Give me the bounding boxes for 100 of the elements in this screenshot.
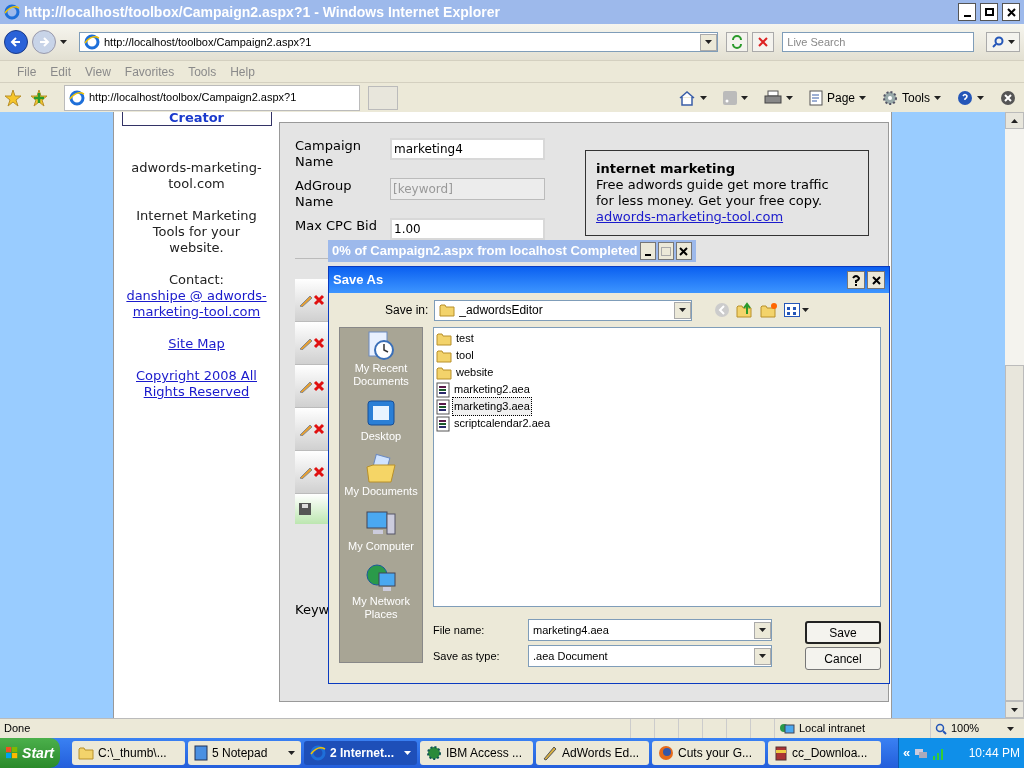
- arrow-right-icon: [37, 36, 50, 48]
- pencil-icon[interactable]: [299, 379, 313, 393]
- up-folder-icon[interactable]: [736, 302, 755, 318]
- pen-icon: [542, 745, 558, 761]
- status-text: Done: [3, 721, 32, 737]
- file-name-label: File name:: [433, 622, 486, 638]
- folder-name[interactable]: website: [454, 363, 496, 382]
- dropdown-button[interactable]: [674, 301, 692, 319]
- folder-name[interactable]: tool: [454, 346, 476, 365]
- delete-icon[interactable]: [313, 423, 325, 435]
- ad-link[interactable]: adwords-marketing-tool.com: [596, 209, 784, 224]
- tools-menu-button[interactable]: Tools: [878, 88, 945, 107]
- taskbar-button[interactable]: Cuts your G...: [652, 741, 765, 765]
- dropdown-button[interactable]: [754, 621, 771, 639]
- zone-text: Local intranet: [799, 721, 866, 737]
- caret-icon: [785, 95, 793, 100]
- help-button[interactable]: [847, 271, 865, 289]
- document-name[interactable]: marketing2.aea: [452, 380, 532, 399]
- dialog-button[interactable]: Save: [805, 621, 881, 644]
- scrollbar[interactable]: [1005, 112, 1024, 718]
- field-label: Campaign Name: [295, 138, 363, 170]
- down-arrow-icon: [1011, 707, 1018, 712]
- text-field[interactable]: 1.00: [390, 218, 545, 240]
- help-icon[interactable]: [957, 89, 973, 106]
- header-link-text[interactable]: Creator: [168, 112, 225, 125]
- dialog-button[interactable]: Cancel: [805, 647, 881, 670]
- pencil-icon[interactable]: [299, 465, 313, 479]
- stop-button[interactable]: [752, 32, 775, 52]
- document-name[interactable]: scriptcalendar2.aea: [452, 414, 552, 433]
- taskbar-button[interactable]: cc_Downloa...: [768, 741, 881, 765]
- sidebar-text: Internet Marketing Tools for your website.: [135, 208, 258, 256]
- view-menu-button[interactable]: [784, 303, 810, 317]
- back-button[interactable]: [4, 30, 28, 54]
- caret-icon: [1007, 40, 1015, 44]
- save-type-label: Save as type:: [433, 648, 501, 664]
- delete-icon[interactable]: [313, 337, 325, 349]
- taskbar-button[interactable]: C:\_thumb\...: [72, 741, 185, 765]
- arrow-left-icon: [10, 36, 22, 48]
- caret-icon: [740, 95, 748, 100]
- maximize-button[interactable]: [657, 242, 674, 260]
- folder-name[interactable]: test: [454, 329, 476, 348]
- save-in-dropdown[interactable]: _adwordsEditor: [434, 299, 693, 321]
- home-icon[interactable]: [677, 89, 696, 106]
- taskbar-button[interactable]: AdWords Ed...: [536, 741, 649, 765]
- dropdown-button[interactable]: [754, 647, 771, 665]
- archive-icon: [774, 745, 788, 761]
- sidebar-link[interactable]: Site Map: [168, 336, 225, 352]
- window-title: http://localhost/toolbox/Campaign2.aspx?1 - Windows Internet Explorer: [24, 2, 501, 22]
- network-icon: [914, 746, 929, 760]
- close-icon: [1006, 7, 1016, 17]
- close-button[interactable]: [1002, 3, 1020, 21]
- dropdown-button[interactable]: [700, 33, 718, 51]
- search-button[interactable]: [986, 32, 1021, 52]
- search-field[interactable]: Live Search: [782, 32, 975, 52]
- close-button[interactable]: [867, 271, 885, 289]
- printer-icon[interactable]: [763, 89, 782, 106]
- add-favorite-icon[interactable]: [30, 88, 48, 107]
- start-button[interactable]: Start: [0, 738, 60, 768]
- caret-icon: [59, 40, 67, 44]
- sidebar-link[interactable]: Copyright 2008 All Rights Reserved: [125, 368, 268, 400]
- delete-icon[interactable]: [313, 380, 325, 392]
- document-icon: [436, 381, 450, 398]
- caret-icon: [977, 95, 984, 100]
- gear-icon: [426, 745, 442, 761]
- new-folder-icon[interactable]: [760, 302, 779, 318]
- caret-icon: [705, 40, 713, 44]
- search-icon: [991, 36, 1004, 48]
- page-menu-button[interactable]: Page: [804, 88, 870, 107]
- field-label: AdGroup Name: [295, 178, 353, 210]
- restore-button[interactable]: [980, 3, 998, 21]
- minimize-button[interactable]: [639, 242, 656, 260]
- close-button[interactable]: [675, 242, 692, 260]
- text-field[interactable]: marketing4: [390, 138, 545, 160]
- minimize-button[interactable]: [958, 3, 976, 21]
- address-field[interactable]: http://localhost/toolbox/Campaign2.aspx?1: [78, 32, 719, 52]
- refresh-button[interactable]: [726, 32, 749, 52]
- browser-tab[interactable]: http://localhost/toolbox/Campaign2.aspx?1: [64, 84, 360, 111]
- taskbar-button[interactable]: IBM Access ...: [420, 741, 533, 765]
- scroll-down-button[interactable]: [1005, 701, 1024, 718]
- document-name[interactable]: marketing3.aea: [452, 397, 532, 416]
- pencil-icon[interactable]: [299, 336, 313, 350]
- scroll-thumb[interactable]: [1005, 365, 1024, 701]
- pencil-icon[interactable]: [299, 293, 313, 307]
- delete-icon[interactable]: [313, 466, 325, 478]
- file-name-field[interactable]: marketing4.aea: [528, 619, 772, 641]
- caret-icon: [1007, 726, 1015, 731]
- dialog-title: Save As: [333, 271, 385, 290]
- scroll-up-button[interactable]: [1005, 112, 1024, 129]
- ad-title: internet marketing: [596, 161, 737, 177]
- document-icon: [436, 415, 450, 432]
- delete-icon[interactable]: [313, 294, 325, 306]
- sidebar-link[interactable]: danshipe @ adwords-marketing-tool.com: [125, 288, 268, 320]
- up-arrow-icon: [1011, 118, 1018, 123]
- page-icon: [808, 89, 823, 106]
- save-type-dropdown[interactable]: .aea Document: [528, 645, 772, 667]
- taskbar-button[interactable]: 2 Internet...: [304, 741, 417, 765]
- taskbar-button[interactable]: 5 Notepad: [188, 741, 301, 765]
- star-icon[interactable]: [4, 88, 22, 107]
- pencil-icon[interactable]: [299, 422, 313, 436]
- notepad-icon: [194, 745, 208, 761]
